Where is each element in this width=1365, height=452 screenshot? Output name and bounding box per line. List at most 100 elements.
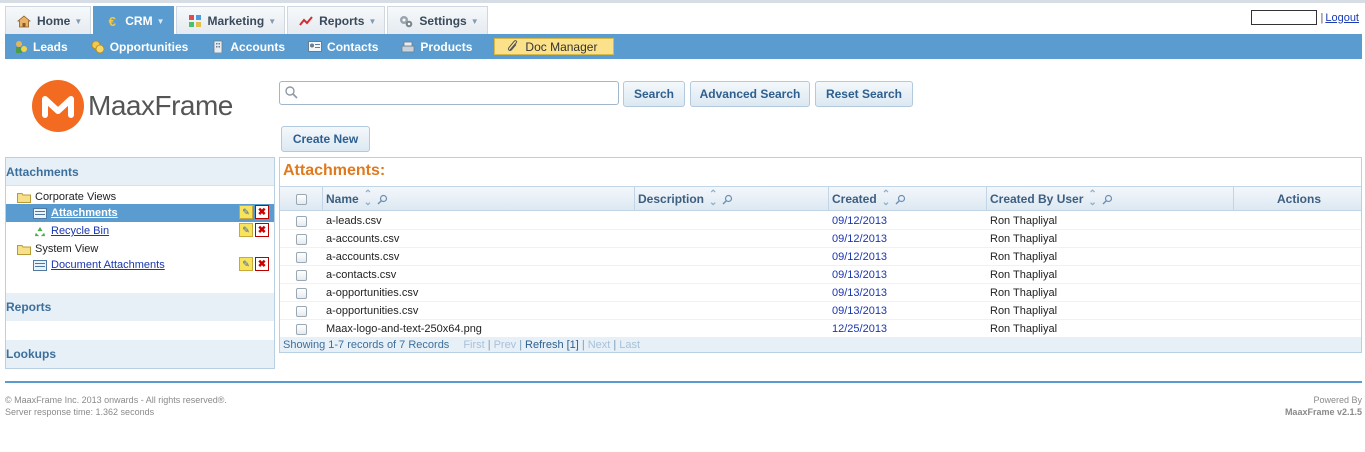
logo-text: MaaxFrame xyxy=(88,90,233,121)
cell-created[interactable]: 09/12/2013 xyxy=(829,230,987,248)
building-icon xyxy=(210,40,226,54)
pager-refresh[interactable]: Refresh [1] xyxy=(525,339,579,351)
cell-created[interactable]: 09/13/2013 xyxy=(829,284,987,302)
tab-settings[interactable]: Settings ▼ xyxy=(387,6,488,35)
filter-search-icon[interactable] xyxy=(377,194,388,205)
subnav-products-label: Products xyxy=(420,39,473,54)
table-row[interactable]: a-opportunities.csv 09/13/2013 Ron Thapliy… xyxy=(280,284,1361,302)
table-row[interactable]: a-opportunities.csv 09/13/2013 Ron Thapliy… xyxy=(280,302,1361,320)
column-created-label: Created xyxy=(832,192,877,206)
tree-item-document-attachments-link[interactable]: Document Attachments xyxy=(51,259,165,271)
tree-item-document-attachments[interactable]: Document Attachments xyxy=(6,256,274,274)
delete-icon[interactable]: ✖ xyxy=(255,257,269,271)
subnav-leads-label: Leads xyxy=(33,39,68,54)
subnav-opportunities[interactable]: Opportunities xyxy=(90,38,188,56)
column-header-name[interactable]: Name ⌃ ⌄ xyxy=(323,187,635,211)
table-row[interactable]: a-accounts.csv 09/12/2013 Ron Thapliyal xyxy=(280,230,1361,248)
cell-name: a-accounts.csv xyxy=(326,233,400,245)
separator: | xyxy=(581,338,585,351)
cell-user: Ron Thapliyal xyxy=(990,323,1058,335)
sub-nav-bar: Leads Opportunities Accounts Contacts Pr… xyxy=(5,34,1362,59)
sort-icon[interactable]: ⌃ ⌄ xyxy=(364,190,372,208)
advanced-search-button[interactable]: Advanced Search xyxy=(690,81,810,107)
row-checkbox[interactable] xyxy=(296,305,307,317)
tree-item-recycle-bin[interactable]: Recycle Bin xyxy=(6,222,274,240)
subnav-contacts[interactable]: Contacts xyxy=(307,38,378,56)
pager-next[interactable]: Next xyxy=(588,339,611,351)
tree-group-label: System View xyxy=(35,243,99,255)
row-checkbox[interactable] xyxy=(296,287,307,299)
filter-search-icon[interactable] xyxy=(895,194,906,205)
copyright-text: © MaaxFrame Inc. 2013 onwards - All righ… xyxy=(5,395,227,405)
filter-search-icon[interactable] xyxy=(1102,194,1113,205)
column-actions-label: Actions xyxy=(1276,192,1321,206)
section-reports[interactable]: Reports xyxy=(6,293,274,321)
sort-icon[interactable]: ⌃ ⌄ xyxy=(882,190,890,208)
delete-icon[interactable]: ✖ xyxy=(255,205,269,219)
logout-link[interactable]: Logout xyxy=(1325,12,1359,24)
table-row[interactable]: Maax-logo-and-text-250x64.png 12/25/2013 R… xyxy=(280,320,1361,338)
euro-icon: € xyxy=(108,13,116,29)
column-header-description[interactable]: Description ⌃ ⌄ xyxy=(635,187,829,211)
tab-home[interactable]: Home ▼ xyxy=(5,6,92,35)
row-checkbox[interactable] xyxy=(296,269,307,281)
cell-created[interactable]: 09/13/2013 xyxy=(829,266,987,284)
tab-marketing-label: Marketing xyxy=(207,14,265,28)
row-checkbox[interactable] xyxy=(296,251,307,263)
home-icon xyxy=(16,14,32,28)
table-row[interactable]: a-accounts.csv 09/12/2013 Ron Thapliyal xyxy=(280,248,1361,266)
cell-created[interactable]: 09/13/2013 xyxy=(829,302,987,320)
cell-actions xyxy=(1234,230,1361,248)
edit-icon[interactable]: ✎ xyxy=(239,223,253,237)
subnav-doc-manager[interactable]: Doc Manager xyxy=(494,38,615,55)
subnav-leads[interactable]: Leads xyxy=(13,38,68,56)
separator: | xyxy=(487,338,491,351)
pager-prev[interactable]: Prev xyxy=(494,339,517,351)
cell-created[interactable]: 12/25/2013 xyxy=(829,320,987,338)
select-all-checkbox[interactable] xyxy=(295,193,307,205)
maaxframe-logo-icon xyxy=(32,80,84,132)
column-header-created-by-user[interactable]: Created By User ⌃ ⌄ xyxy=(987,187,1234,211)
tab-reports[interactable]: Reports ▼ xyxy=(287,6,386,35)
tab-marketing[interactable]: Marketing ▼ xyxy=(175,6,286,35)
row-checkbox[interactable] xyxy=(296,233,307,245)
cell-user: Ron Thapliyal xyxy=(990,305,1058,317)
cell-created[interactable]: 09/12/2013 xyxy=(829,212,987,230)
tree-item-attachments-link[interactable]: Attachments xyxy=(51,207,118,219)
delete-icon[interactable]: ✖ xyxy=(255,223,269,237)
section-lookups[interactable]: Lookups xyxy=(6,340,274,368)
cell-name: a-opportunities.csv xyxy=(326,287,419,299)
user-area: | Logout xyxy=(1251,10,1359,25)
recycle-icon xyxy=(34,226,46,236)
chevron-down-icon: ▼ xyxy=(74,16,83,26)
table-row[interactable]: a-leads.csv 09/12/2013 Ron Thapliyal xyxy=(280,212,1361,230)
pager-first[interactable]: First xyxy=(463,339,484,351)
reset-search-button[interactable]: Reset Search xyxy=(815,81,913,107)
tree-item-attachments[interactable]: Attachments xyxy=(6,204,274,222)
row-checkbox[interactable] xyxy=(296,323,307,335)
cell-actions xyxy=(1234,302,1361,320)
row-checkbox-cell xyxy=(280,266,323,284)
cell-created[interactable]: 09/12/2013 xyxy=(829,248,987,266)
tab-crm-label: CRM xyxy=(125,14,153,28)
grid-header: Name ⌃ ⌄ Description ⌃ ⌄ Created ⌃ ⌄ Create… xyxy=(280,186,1361,211)
products-icon xyxy=(400,40,416,54)
cell-description xyxy=(635,320,829,338)
filter-search-icon[interactable] xyxy=(722,194,733,205)
edit-icon[interactable]: ✎ xyxy=(239,205,253,219)
tree-item-recycle-bin-link[interactable]: Recycle Bin xyxy=(51,225,109,237)
pager-last[interactable]: Last xyxy=(619,339,640,351)
sort-icon[interactable]: ⌃ ⌄ xyxy=(709,190,717,208)
tab-crm[interactable]: € CRM ▼ xyxy=(93,6,174,35)
column-header-created[interactable]: Created ⌃ ⌄ xyxy=(829,187,987,211)
create-new-button[interactable]: Create New xyxy=(281,126,370,152)
search-input[interactable] xyxy=(279,81,619,105)
search-button[interactable]: Search xyxy=(623,81,685,107)
table-row[interactable]: a-contacts.csv 09/13/2013 Ron Thapliyal xyxy=(280,266,1361,284)
sort-icon[interactable]: ⌃ ⌄ xyxy=(1088,190,1096,208)
subnav-products[interactable]: Products xyxy=(400,38,472,56)
list-view-icon xyxy=(33,207,47,219)
row-checkbox[interactable] xyxy=(296,215,307,227)
edit-icon[interactable]: ✎ xyxy=(239,257,253,271)
subnav-accounts[interactable]: Accounts xyxy=(210,38,285,56)
